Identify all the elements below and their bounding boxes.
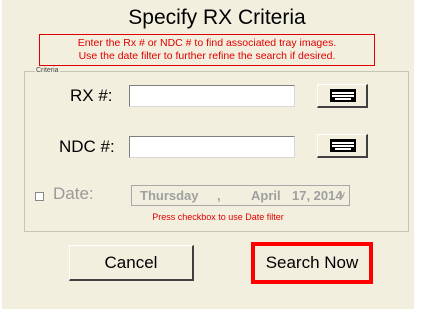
cancel-button[interactable]: Cancel xyxy=(69,245,194,281)
criteria-dialog: Specify RX Criteria Enter the Rx # or ND… xyxy=(2,0,414,309)
rx-keyboard-button[interactable] xyxy=(317,84,368,108)
date-filter-checkbox[interactable] xyxy=(35,192,44,201)
date-hint: Press checkbox to use Date filter xyxy=(152,212,284,222)
rx-label: RX #: xyxy=(70,86,113,105)
instructions-line-1: Enter the Rx # or NDC # to find associat… xyxy=(77,37,337,49)
date-label: Date: xyxy=(53,184,94,203)
date-month: April xyxy=(251,188,281,203)
ndc-input[interactable] xyxy=(129,136,295,158)
ndc-keyboard-button[interactable] xyxy=(317,134,368,158)
keyboard-icon xyxy=(330,89,356,102)
criteria-group-legend: Criteria xyxy=(35,67,60,74)
spin-arrow-icon[interactable]: ˅ xyxy=(338,189,347,202)
search-now-button[interactable]: Search Now xyxy=(251,242,373,284)
instructions-line-2: Use the date filter to further refine th… xyxy=(78,50,336,62)
date-separator: , xyxy=(217,188,221,203)
rx-input[interactable] xyxy=(129,85,295,107)
dialog-title: Specify RX Criteria xyxy=(128,6,306,29)
instructions-box: Enter the Rx # or NDC # to find associat… xyxy=(39,34,375,66)
date-day-year: 17, 2014 xyxy=(292,188,343,203)
keyboard-icon xyxy=(330,139,356,152)
date-weekday: Thursday xyxy=(140,188,199,203)
date-picker[interactable]: Thursday , April 17, 2014 ˅ xyxy=(131,185,350,206)
ndc-label: NDC #: xyxy=(59,137,115,156)
